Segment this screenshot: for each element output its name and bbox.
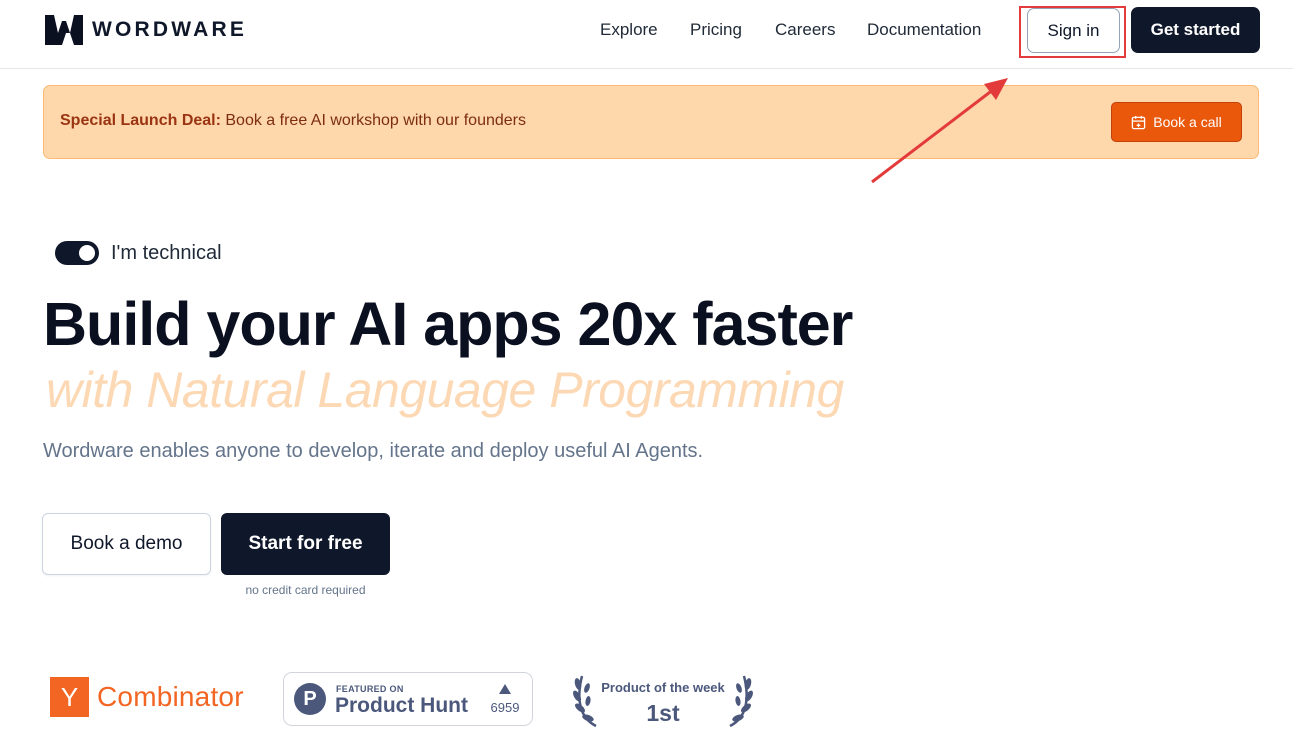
nav-pricing[interactable]: Pricing (690, 20, 742, 40)
ph-featured-label: FEATURED ON (336, 684, 404, 694)
start-free-button[interactable]: Start for free (221, 513, 390, 575)
book-call-label: Book a call (1153, 114, 1222, 130)
book-call-button[interactable]: Book a call (1111, 102, 1242, 142)
y-combinator-badge: Y Combinator (50, 677, 244, 717)
ph-name: Product Hunt (335, 694, 468, 717)
yc-text: Combinator (97, 681, 244, 712)
launch-deal-banner: Special Launch Deal: Book a free AI work… (43, 85, 1259, 159)
banner-text: Special Launch Deal: Book a free AI work… (60, 112, 526, 130)
banner-message: Book a free AI workshop with our founder… (220, 112, 526, 129)
nav-documentation[interactable]: Documentation (867, 20, 981, 40)
logo-text: WORDWARE (92, 18, 248, 41)
wordware-logo-icon (45, 15, 83, 45)
potw-rank: 1st (646, 700, 680, 726)
yc-logo-icon: Y (50, 677, 89, 717)
no-credit-card-note: no credit card required (245, 583, 366, 597)
potw-label: Product of the week (601, 680, 725, 695)
nav-careers[interactable]: Careers (775, 20, 835, 40)
product-of-week-badge: Product of the week 1st (570, 668, 756, 730)
logo[interactable]: WORDWARE (45, 15, 247, 45)
banner-bold-text: Special Launch Deal: (60, 112, 221, 129)
toggle-label: I'm technical (111, 242, 222, 264)
product-hunt-badge[interactable]: P FEATURED ON Product Hunt 6959 (283, 672, 533, 726)
get-started-button[interactable]: Get started (1131, 7, 1260, 53)
nav-explore[interactable]: Explore (600, 20, 658, 40)
calendar-icon (1131, 115, 1146, 130)
hero-title: Build your AI apps 20x faster (43, 290, 853, 358)
technical-toggle[interactable] (55, 241, 99, 265)
hero-description: Wordware enables anyone to develop, iter… (43, 440, 704, 462)
hero-subtitle: with Natural Language Programming (46, 362, 844, 418)
site-header: WORDWARE Explore Pricing Careers Documen… (0, 0, 1293, 69)
book-demo-button[interactable]: Book a demo (42, 513, 211, 575)
ph-upvote-count: 6959 (490, 700, 520, 715)
upvote-arrow-icon (499, 684, 511, 694)
product-hunt-icon: P (294, 683, 326, 715)
sign-in-button[interactable]: Sign in (1027, 8, 1120, 53)
toggle-knob (79, 245, 95, 261)
